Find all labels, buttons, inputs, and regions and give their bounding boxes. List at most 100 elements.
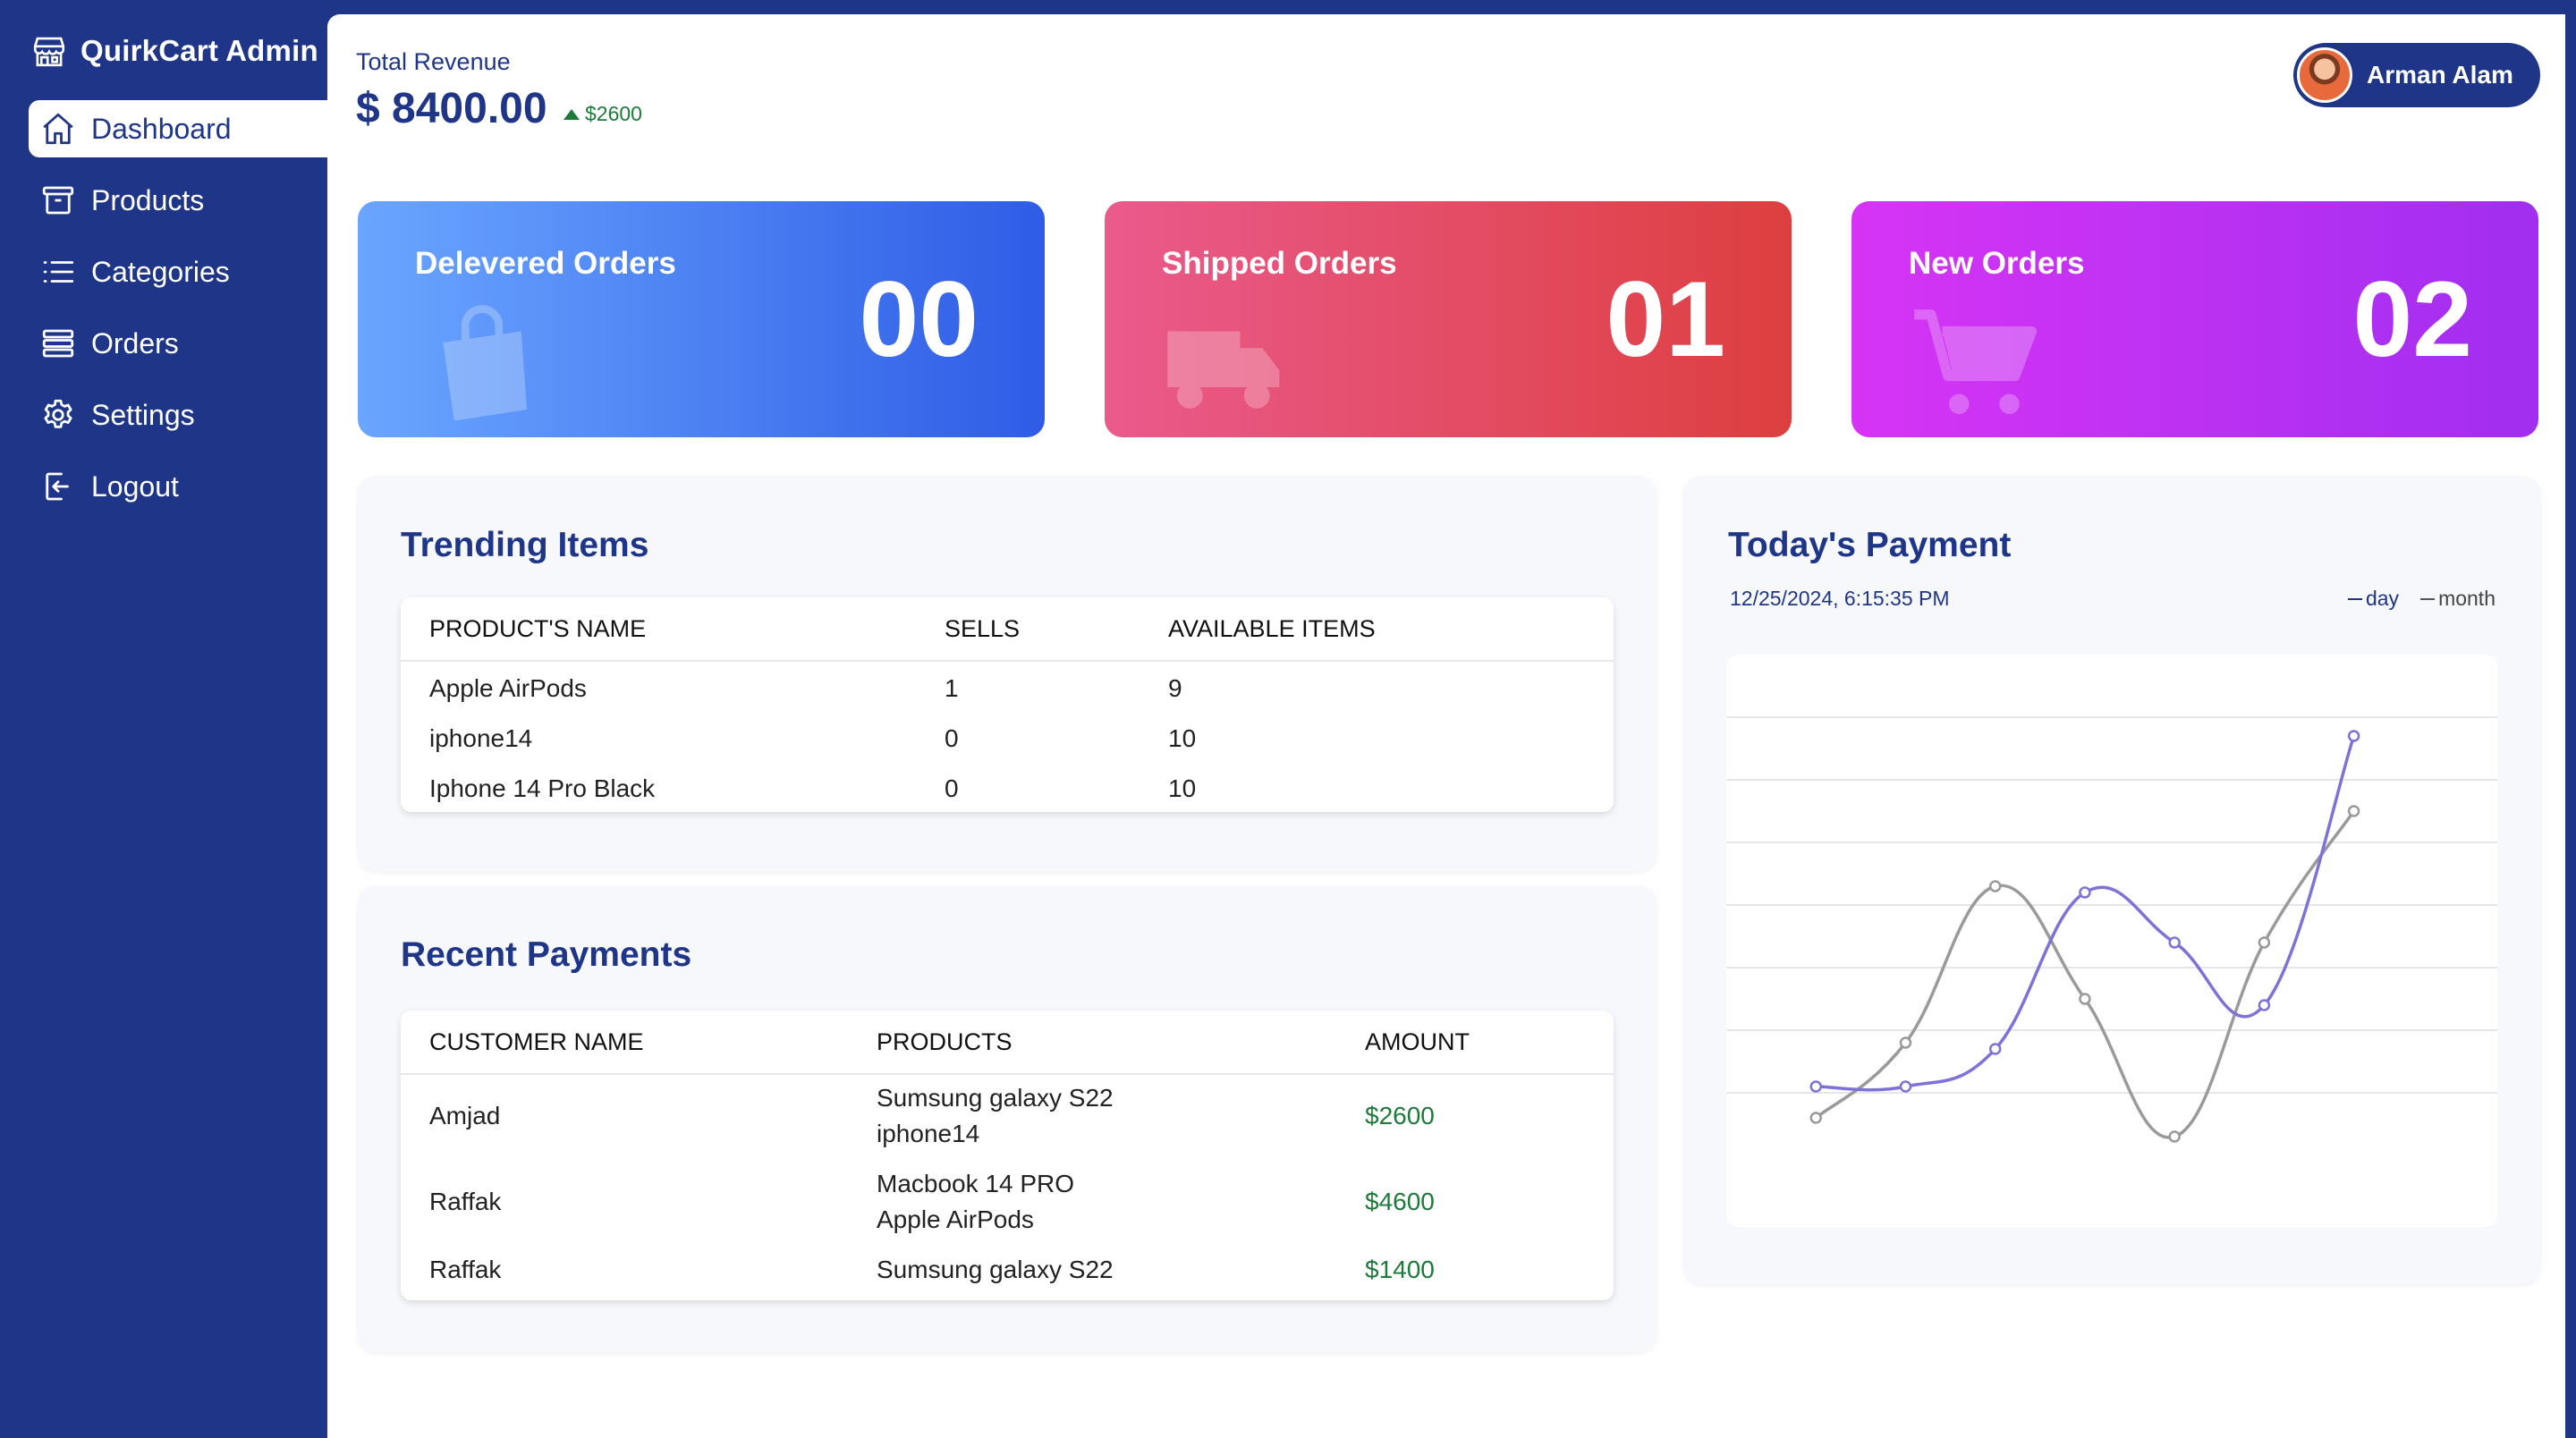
- legend-month[interactable]: month: [2420, 587, 2496, 611]
- data-point-day[interactable]: [1899, 1080, 1912, 1093]
- card-value: 01: [1606, 259, 1725, 379]
- total-revenue-label: Total Revenue: [356, 48, 511, 75]
- product-line: Sumsung galaxy S22: [877, 1084, 1114, 1112]
- amount-cell: $4600: [1365, 1188, 1435, 1215]
- table-header: CUSTOMER NAME PRODUCTS AMOUNT: [401, 1011, 1614, 1075]
- sidebar-item-label: Dashboard: [91, 112, 232, 145]
- sidebar-item-label: Logout: [91, 469, 179, 503]
- sells-cell: 1: [945, 674, 959, 702]
- amount-cell: $1400: [1365, 1256, 1435, 1283]
- shopping-bag-icon: [443, 305, 527, 421]
- trending-table: PRODUCT'S NAME SELLS AVAILABLE ITEMS App…: [401, 597, 1614, 812]
- revenue-delta-value: $2600: [585, 102, 642, 125]
- sells-cell: 0: [945, 724, 959, 752]
- column-header: AVAILABLE ITEMS: [1168, 615, 1376, 642]
- list-icon: [43, 261, 74, 283]
- card-value: 02: [2352, 259, 2472, 379]
- sidebar-item-label: Products: [91, 183, 205, 216]
- sells-cell: 0: [945, 774, 959, 802]
- data-point-month[interactable]: [1988, 880, 2002, 892]
- sidebar-nav: Dashboard Products Categories Orders Set…: [29, 100, 327, 529]
- gear-icon: [44, 399, 72, 428]
- card-title: New Orders: [1909, 246, 2085, 281]
- card-title: Delevered Orders: [415, 246, 676, 281]
- product-line: iphone14: [877, 1120, 980, 1147]
- legend-swatch: [2420, 597, 2436, 600]
- product-line: Sumsung galaxy S22: [877, 1256, 1114, 1283]
- new-orders-card[interactable]: New Orders 02: [1852, 201, 2538, 437]
- sidebar-item-orders[interactable]: Orders: [29, 315, 327, 372]
- chart-legend: day month: [2347, 587, 2496, 611]
- panel-title: Today's Payment: [1728, 526, 2012, 564]
- legend-swatch: [2347, 597, 2362, 600]
- data-point-day[interactable]: [2347, 730, 2360, 742]
- customer-cell: Raffak: [429, 1188, 502, 1215]
- sidebar: QuirkCart Admin Dashboard Products Categ…: [0, 0, 327, 1438]
- card-title: Shipped Orders: [1162, 246, 1397, 281]
- delivered-orders-card[interactable]: Delevered Orders 00: [358, 201, 1045, 437]
- todays-payment-panel: Today's Payment 12/25/2024, 6:15:35 PM d…: [1683, 476, 2540, 1284]
- data-point-month[interactable]: [2168, 1130, 2181, 1143]
- data-point-month[interactable]: [2347, 805, 2360, 817]
- trending-items-panel: Trending Items PRODUCT'S NAME SELLS AVAI…: [358, 476, 1657, 871]
- total-revenue-value: $ 8400.00: [356, 85, 547, 132]
- cart-icon: [1914, 309, 2038, 414]
- data-point-day[interactable]: [2079, 886, 2091, 899]
- available-cell: 9: [1168, 674, 1182, 702]
- store-icon: [33, 37, 65, 67]
- product-line: Macbook 14 PRO: [877, 1170, 1074, 1197]
- data-point-day[interactable]: [1809, 1080, 1822, 1093]
- brand[interactable]: QuirkCart Admin: [30, 32, 318, 70]
- customer-cell: Amjad: [429, 1102, 501, 1129]
- home-icon: [43, 113, 73, 145]
- stack-icon: [42, 329, 74, 358]
- customer-cell: Raffak: [429, 1256, 502, 1283]
- sidebar-item-label: Orders: [91, 326, 179, 360]
- sidebar-item-dashboard[interactable]: Dashboard: [29, 100, 327, 157]
- column-header: PRODUCT'S NAME: [429, 615, 647, 642]
- data-point-day[interactable]: [2258, 999, 2271, 1011]
- payment-chart: [1726, 655, 2497, 1227]
- product-line: Apple AirPods: [877, 1205, 1034, 1233]
- column-header: PRODUCTS: [877, 1028, 1013, 1055]
- card-value: 00: [859, 259, 979, 379]
- sidebar-item-label: Settings: [91, 398, 195, 431]
- payment-chart-svg: [1726, 716, 2497, 1143]
- product-name-cell: Iphone 14 Pro Black: [429, 774, 656, 802]
- column-header: SELLS: [945, 615, 1021, 642]
- column-header: AMOUNT: [1365, 1028, 1470, 1055]
- data-point-month[interactable]: [1899, 1036, 1912, 1049]
- archive-box-icon: [42, 186, 74, 215]
- sidebar-item-logout[interactable]: Logout: [29, 458, 327, 515]
- data-point-month[interactable]: [1809, 1112, 1822, 1124]
- user-menu[interactable]: Arman Alam: [2293, 43, 2540, 107]
- data-point-day[interactable]: [2168, 936, 2181, 949]
- recent-payments-panel: Recent Payments CUSTOMER NAME PRODUCTS A…: [358, 885, 1657, 1352]
- column-header: CUSTOMER NAME: [429, 1028, 644, 1055]
- available-cell: 10: [1168, 724, 1197, 752]
- amount-cell: $2600: [1365, 1102, 1435, 1129]
- avatar: [2297, 47, 2352, 103]
- shipped-orders-card[interactable]: Shipped Orders 01: [1105, 201, 1792, 437]
- legend-label: day: [2365, 587, 2400, 610]
- table-header: PRODUCT'S NAME SELLS AVAILABLE ITEMS: [401, 597, 1614, 662]
- user-name: Arman Alam: [2367, 61, 2513, 89]
- data-point-day[interactable]: [1988, 1043, 2002, 1055]
- arrow-up-icon: [564, 108, 580, 120]
- legend-label: month: [2438, 587, 2496, 610]
- sidebar-item-categories[interactable]: Categories: [29, 243, 327, 300]
- series-line-day: [1816, 735, 2356, 1092]
- product-name-cell: iphone14: [429, 724, 533, 752]
- available-cell: 10: [1168, 774, 1197, 802]
- data-point-month[interactable]: [2258, 936, 2271, 949]
- sidebar-item-products[interactable]: Products: [29, 172, 327, 229]
- sidebar-item-label: Categories: [91, 255, 230, 288]
- app-title: QuirkCart Admin: [80, 34, 318, 67]
- payment-datetime: 12/25/2024, 6:15:35 PM: [1730, 587, 1950, 610]
- data-point-month[interactable]: [2079, 993, 2091, 1005]
- sidebar-item-settings[interactable]: Settings: [29, 386, 327, 444]
- logout-icon: [46, 472, 69, 501]
- legend-day[interactable]: day: [2347, 587, 2400, 611]
- truck-icon: [1167, 331, 1280, 409]
- payments-table: CUSTOMER NAME PRODUCTS AMOUNT Amjad Sums…: [401, 1011, 1614, 1300]
